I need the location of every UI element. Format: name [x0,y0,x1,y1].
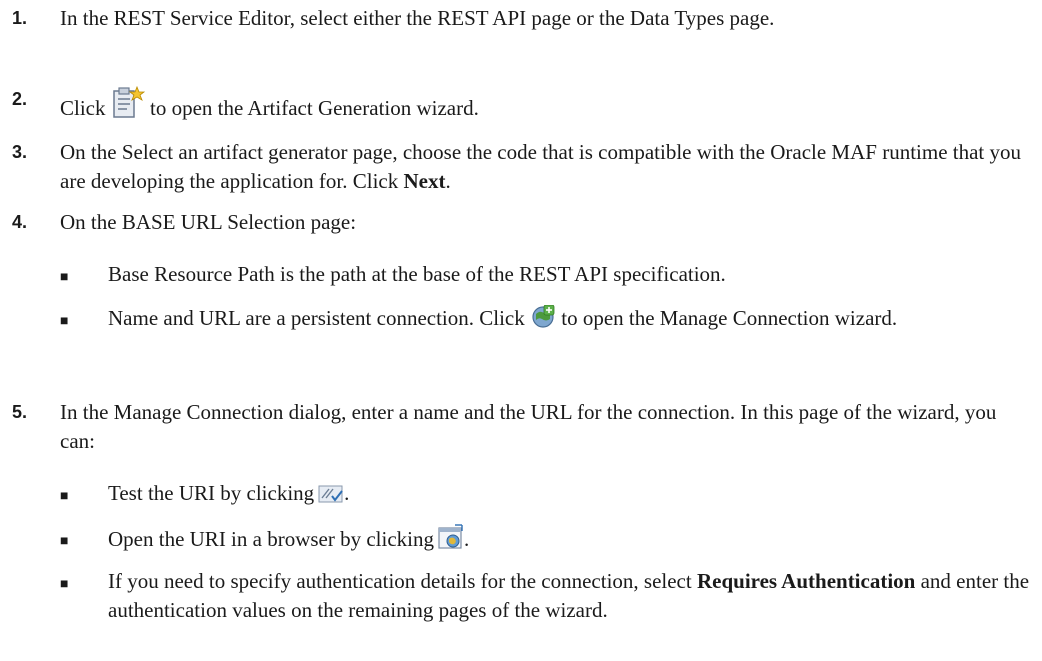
bullet-marker: ■ [60,534,69,549]
bullet-text-pre: Test the URI by clicking [108,481,315,505]
step-text-pre: Click [60,96,106,120]
add-connection-icon [530,304,556,337]
generate-artifact-icon [111,85,145,127]
bullet-text: Base Resource Path is the path at the ba… [108,262,726,286]
next-label: Next [403,169,446,193]
bullet-text-post: . [464,527,470,551]
bullet-text-post: . [344,481,350,505]
open-browser-icon [438,524,464,558]
step-number: 5. [12,402,28,422]
step-text: On the BASE URL Selection page: [60,210,357,234]
bullet-marker: ■ [60,314,69,329]
bullet-text-post: to open the Manage Connection wizard. [561,306,898,330]
step-number: 3. [12,142,28,162]
step-number: 1. [12,8,28,28]
step-text-post: to open the Artifact Generation wizard. [150,96,479,120]
bullet-marker: ■ [60,577,69,592]
step-number: 4. [12,212,28,232]
test-uri-icon [318,483,344,512]
requires-authentication-label: Requires Authentication [696,569,916,593]
step-text-post: . [445,169,451,193]
bullet-text-pre: Name and URL are a persistent connection… [108,306,525,330]
bullet-text-pre: If you need to specify authentication de… [108,569,692,593]
step-number: 2. [12,89,28,109]
step-text: In the Manage Connection dialog, enter a… [60,400,997,453]
bullet-text-pre: Open the URI in a browser by clicking [108,527,435,551]
step-text: In the REST Service Editor, select eithe… [60,6,775,30]
bullet-marker: ■ [60,489,69,504]
step-text-pre: On the Select an artifact generator page… [60,140,1022,193]
bullet-marker: ■ [60,270,69,285]
